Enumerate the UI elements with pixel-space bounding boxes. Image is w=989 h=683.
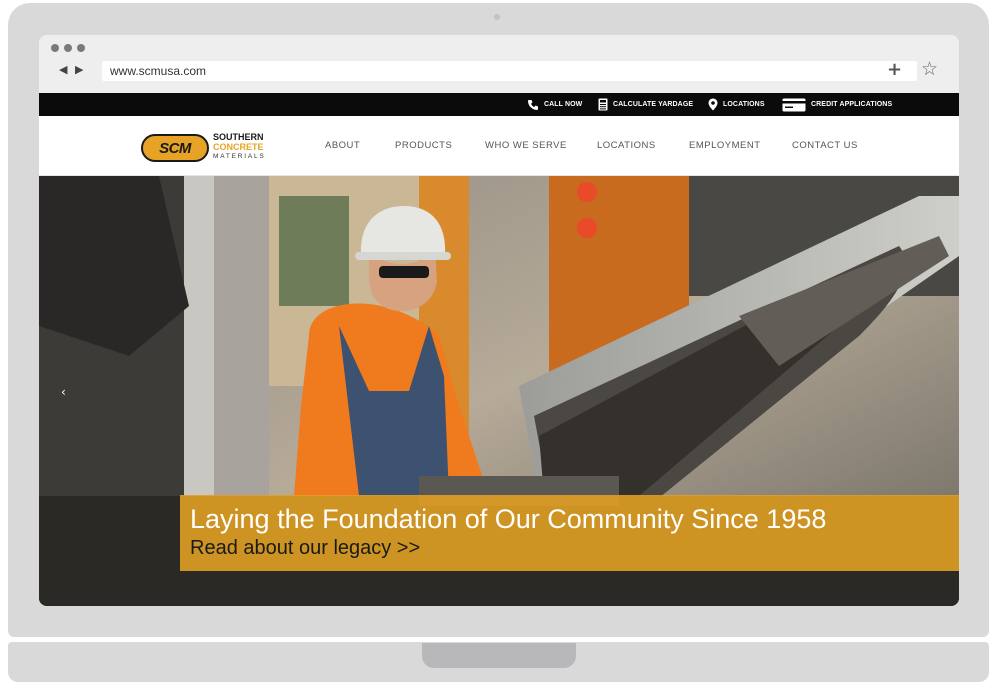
legacy-link[interactable]: Read about our legacy >>: [190, 537, 420, 560]
camera-icon: [494, 14, 500, 20]
credit-card-icon: [782, 98, 806, 111]
credit-applications-link[interactable]: CREDIT APPLICATIONS: [782, 93, 892, 116]
bookmark-star-icon[interactable]: ☆: [921, 58, 938, 80]
new-tab-icon[interactable]: +: [887, 59, 902, 80]
utility-bar: CALL NOW CALCULATE YARDAGE LOCATIONS CRE…: [39, 93, 959, 116]
hero-headline: Laying the Foundation of Our Community S…: [190, 504, 827, 534]
map-pin-icon: [708, 98, 718, 111]
address-bar[interactable]: www.scmusa.com: [102, 61, 917, 81]
locations-label: LOCATIONS: [723, 101, 765, 108]
prev-slide-arrow[interactable]: ‹: [61, 385, 66, 399]
nav-item-about[interactable]: ABOUT: [325, 140, 360, 151]
close-window-dot[interactable]: [51, 44, 59, 52]
credit-applications-label: CREDIT APPLICATIONS: [811, 101, 893, 108]
logo-badge: SCM: [141, 134, 209, 162]
main-header: SCM SOUTHERN CONCRETE MATERIALS ABOUT PR…: [39, 116, 959, 176]
calculate-yardage-label: CALCULATE YARDAGE: [613, 101, 694, 108]
maximize-window-dot[interactable]: [77, 44, 85, 52]
hero-slider: ‹ Laying the Foundation of Our Community…: [39, 176, 959, 606]
scm-logo[interactable]: SCM SOUTHERN CONCRETE MATERIALS: [141, 129, 271, 165]
nav-item-employment[interactable]: EMPLOYMENT: [689, 140, 761, 151]
logo-line-southern: SOUTHERN: [213, 132, 264, 142]
hero-banner: Laying the Foundation of Our Community S…: [180, 495, 959, 571]
logo-line-materials: MATERIALS: [213, 153, 266, 160]
call-now-label: CALL NOW: [544, 101, 583, 108]
locations-link[interactable]: LOCATIONS: [708, 93, 765, 116]
nav-item-products[interactable]: PRODUCTS: [395, 140, 452, 151]
minimize-window-dot[interactable]: [64, 44, 72, 52]
window-controls: [51, 44, 85, 52]
calculate-yardage-link[interactable]: CALCULATE YARDAGE: [598, 93, 693, 116]
url-text: www.scmusa.com: [110, 64, 207, 78]
nav-item-who-we-serve[interactable]: WHO WE SERVE: [485, 140, 567, 151]
phone-icon: [528, 99, 538, 110]
back-forward-icon[interactable]: ◀ ▶: [59, 63, 85, 76]
browser-chrome: ◀ ▶ www.scmusa.com + ☆: [39, 35, 959, 93]
nav-item-contact-us[interactable]: CONTACT US: [792, 140, 858, 151]
nav-item-locations[interactable]: LOCATIONS: [597, 140, 656, 151]
logo-line-concrete: CONCRETE: [213, 142, 264, 152]
laptop-notch: [422, 643, 576, 668]
call-now-link[interactable]: CALL NOW: [527, 93, 582, 116]
logo-mark: SCM: [159, 139, 191, 157]
calculator-icon: [598, 98, 608, 111]
browser-window: ◀ ▶ www.scmusa.com + ☆ CALL NOW CALCULAT…: [39, 35, 959, 606]
